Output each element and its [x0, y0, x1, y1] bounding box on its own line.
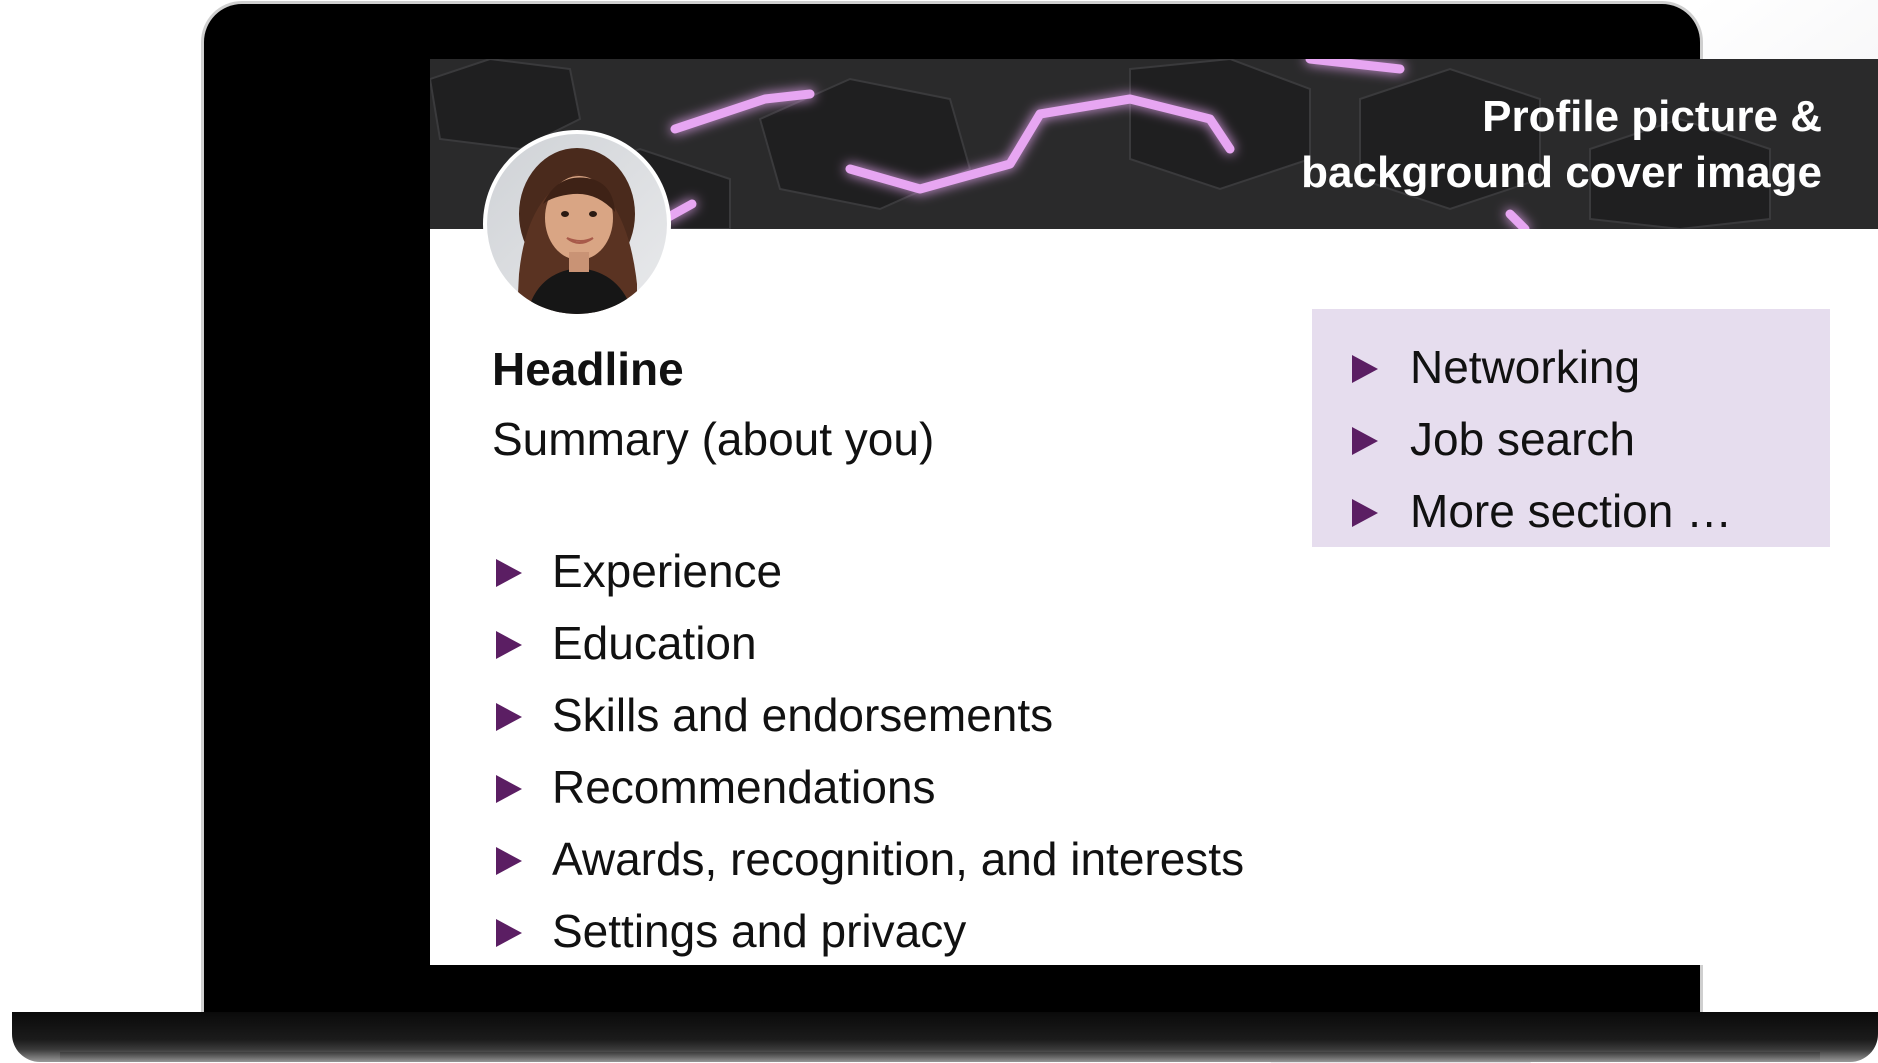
side-section-list: Networking Job search More section … — [1352, 331, 1732, 547]
person-avatar-icon — [487, 134, 667, 314]
main-section-list: Experience Education Skills and endorsem… — [492, 535, 1244, 965]
list-item-settings: Settings and privacy — [492, 895, 1244, 965]
list-item-label: Settings and privacy — [552, 905, 967, 957]
profile-picture[interactable] — [487, 134, 667, 314]
triangle-bullet-icon — [496, 631, 522, 659]
list-item-more-section: More section … — [1352, 475, 1732, 547]
cover-title-line1: Profile picture & — [1482, 92, 1822, 141]
list-item-label: Education — [552, 617, 757, 669]
triangle-bullet-icon — [496, 775, 522, 803]
list-item-skills: Skills and endorsements — [492, 679, 1244, 751]
triangle-bullet-icon — [1352, 355, 1378, 383]
triangle-bullet-icon — [1352, 427, 1378, 455]
list-item-experience: Experience — [492, 535, 1244, 607]
triangle-bullet-icon — [496, 703, 522, 731]
list-item-label: Skills and endorsements — [552, 689, 1054, 741]
list-item-label: Networking — [1410, 341, 1641, 393]
laptop-screen-bezel: Profile picture & background cover image — [204, 4, 1878, 1016]
laptop-shadow — [60, 1052, 1820, 1063]
list-item-job-search: Job search — [1352, 403, 1732, 475]
cover-title: Profile picture & background cover image — [1122, 89, 1822, 201]
list-item-label: Recommendations — [552, 761, 936, 813]
profile-summary: Summary (about you) — [492, 413, 935, 465]
list-item-label: Awards, recognition, and interests — [552, 833, 1245, 885]
side-section-panel: Networking Job search More section … — [1312, 309, 1830, 547]
list-item-education: Education — [492, 607, 1244, 679]
list-item-awards: Awards, recognition, and interests — [492, 823, 1244, 895]
list-item-networking: Networking — [1352, 331, 1732, 403]
profile-headline: Headline — [492, 343, 684, 395]
triangle-bullet-icon — [1352, 499, 1378, 527]
triangle-bullet-icon — [496, 559, 522, 587]
list-item-label: Job search — [1410, 413, 1636, 465]
cover-title-line2: background cover image — [1301, 148, 1822, 197]
list-item-label: More section … — [1410, 485, 1733, 537]
list-item-recommendations: Recommendations — [492, 751, 1244, 823]
profile-screen: Profile picture & background cover image — [430, 59, 1878, 965]
triangle-bullet-icon — [496, 919, 522, 947]
list-item-label: Experience — [552, 545, 783, 597]
triangle-bullet-icon — [496, 847, 522, 875]
